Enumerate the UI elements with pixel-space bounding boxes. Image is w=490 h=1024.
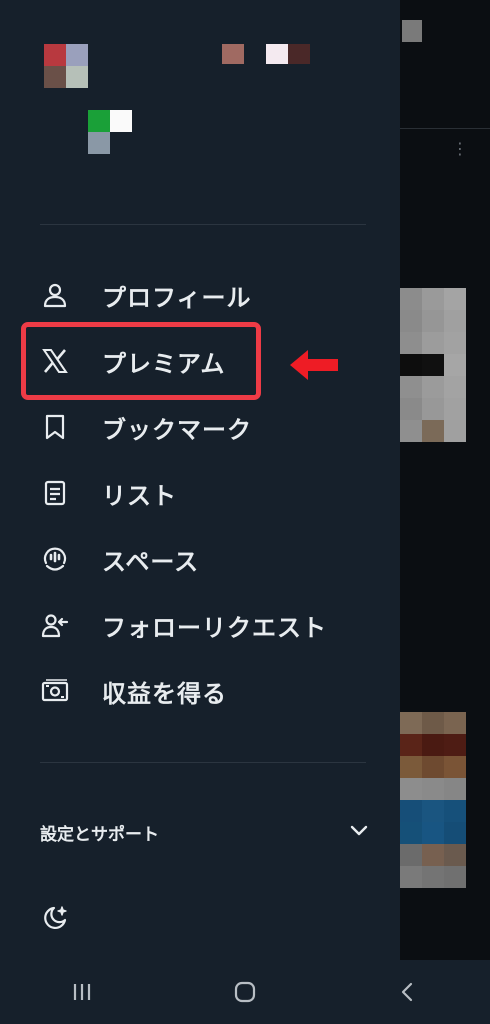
system-navigation-bar <box>0 960 490 1024</box>
account-avatar[interactable] <box>266 44 310 64</box>
menu-item-follow-requests[interactable]: フォローリクエスト <box>0 592 400 658</box>
menu-item-bookmarks[interactable]: ブックマーク <box>0 394 400 460</box>
screen: ⋮ プロフィール プレミアム ブックマーク リスト スペース フォローリクエスト… <box>0 0 490 1024</box>
menu-item-label: 収益を得る <box>102 679 227 708</box>
chevron-down-icon <box>348 819 370 845</box>
home-button[interactable] <box>215 970 275 1014</box>
account-name <box>88 110 132 154</box>
monetization-icon <box>40 676 70 706</box>
back-button[interactable] <box>378 970 438 1014</box>
divider <box>400 128 490 129</box>
menu-item-label: スペース <box>102 547 200 576</box>
menu-item-label: プロフィール <box>102 283 252 312</box>
recent-apps-button[interactable] <box>52 970 112 1014</box>
menu-item-label: リスト <box>102 481 177 510</box>
pixelated-image <box>400 288 466 486</box>
menu-item-label: ブックマーク <box>102 415 252 444</box>
arrow-left-icon <box>290 350 338 380</box>
settings-label: 設定とサポート <box>40 824 159 845</box>
highlight-annotation <box>21 322 261 400</box>
more-options-icon: ⋮ <box>452 139 468 158</box>
pixelated-image <box>402 20 422 42</box>
menu-item-spaces[interactable]: スペース <box>0 526 400 592</box>
avatar[interactable] <box>44 44 88 88</box>
settings-and-support[interactable]: 設定とサポート <box>40 810 370 854</box>
navigation-drawer: プロフィール プレミアム ブックマーク リスト スペース フォローリクエスト 収… <box>0 0 400 960</box>
account-avatar[interactable] <box>222 44 244 64</box>
follow-request-icon <box>40 610 70 640</box>
divider <box>40 224 366 225</box>
menu-item-label: フォローリクエスト <box>102 613 327 642</box>
menu-item-lists[interactable]: リスト <box>0 460 400 526</box>
list-icon <box>40 478 70 508</box>
person-icon <box>40 280 70 310</box>
spaces-icon <box>40 544 70 574</box>
pixelated-image <box>400 712 466 888</box>
moon-icon[interactable] <box>40 903 70 933</box>
divider <box>40 762 366 763</box>
menu-item-monetization[interactable]: 収益を得る <box>0 658 400 724</box>
menu-item-profile[interactable]: プロフィール <box>0 262 400 328</box>
bookmark-icon <box>40 412 70 442</box>
